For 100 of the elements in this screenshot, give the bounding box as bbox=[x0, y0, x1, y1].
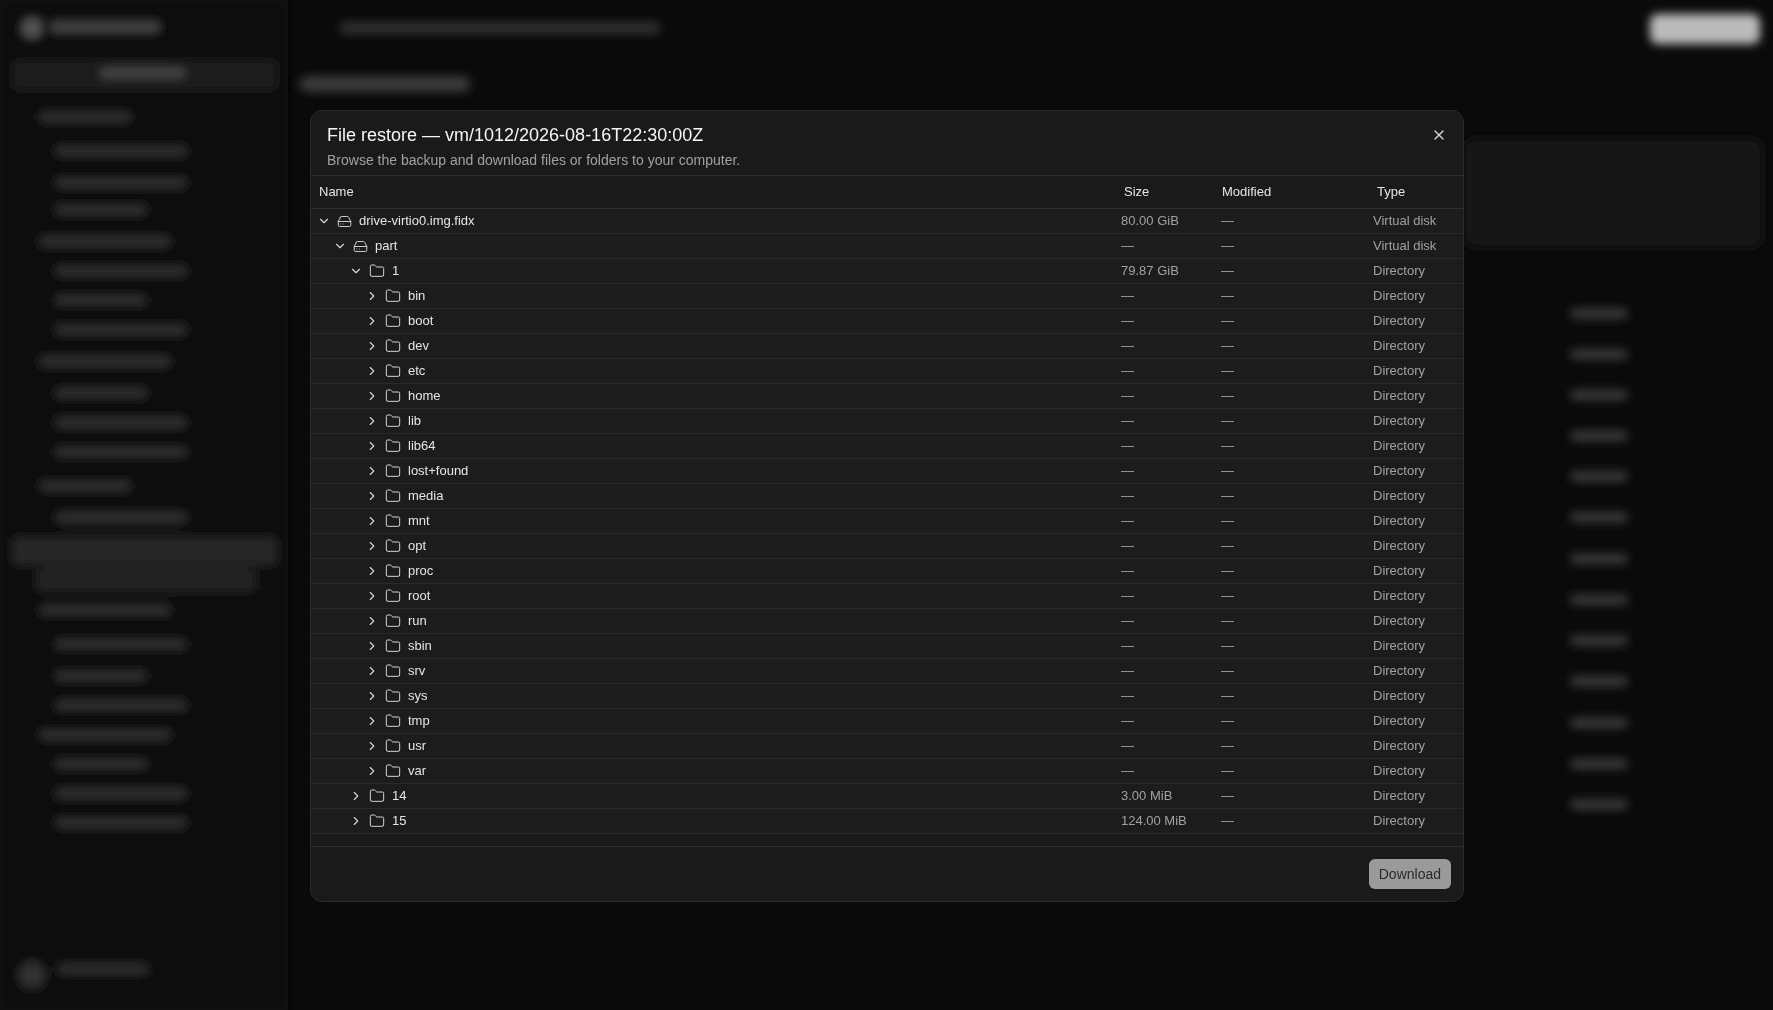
type-cell: Directory bbox=[1373, 813, 1425, 829]
folder-icon bbox=[369, 263, 385, 279]
item-name: bin bbox=[408, 287, 426, 306]
modified-cell: — bbox=[1221, 713, 1234, 729]
item-name: media bbox=[408, 487, 444, 506]
folder-icon bbox=[385, 363, 401, 379]
modified-cell: — bbox=[1221, 563, 1234, 579]
folder-icon bbox=[385, 488, 401, 504]
type-cell: Directory bbox=[1373, 513, 1425, 529]
size-cell: 79.87 GiB bbox=[1121, 263, 1179, 279]
folder-icon bbox=[385, 513, 401, 529]
modified-cell: — bbox=[1221, 238, 1234, 254]
type-cell: Directory bbox=[1373, 363, 1425, 379]
modified-cell: — bbox=[1221, 538, 1234, 554]
item-name: etc bbox=[408, 362, 426, 381]
folder-icon bbox=[385, 388, 401, 404]
item-name: sbin bbox=[408, 637, 432, 656]
modified-cell: — bbox=[1221, 788, 1234, 804]
item-name: home bbox=[408, 387, 441, 406]
item-name: srv bbox=[408, 662, 426, 681]
folder-icon bbox=[385, 613, 401, 629]
column-header[interactable]: Name bbox=[319, 184, 354, 200]
item-name: dev bbox=[408, 337, 429, 356]
item-name: tmp bbox=[408, 712, 430, 731]
type-cell: Directory bbox=[1373, 663, 1425, 679]
folder-icon bbox=[385, 538, 401, 554]
type-cell: Directory bbox=[1373, 463, 1425, 479]
column-header[interactable]: Type bbox=[1377, 184, 1406, 200]
folder-icon bbox=[385, 413, 401, 429]
size-cell: — bbox=[1121, 738, 1134, 754]
size-cell: — bbox=[1121, 363, 1134, 379]
drive-icon bbox=[337, 213, 352, 229]
item-name: sys bbox=[408, 687, 428, 706]
modified-cell: — bbox=[1221, 463, 1234, 479]
folder-icon bbox=[385, 738, 401, 754]
folder-icon bbox=[385, 713, 401, 729]
type-cell: Directory bbox=[1373, 788, 1425, 804]
modified-cell: — bbox=[1221, 763, 1234, 779]
type-cell: Directory bbox=[1373, 763, 1425, 779]
modified-cell: — bbox=[1221, 313, 1234, 329]
type-cell: Directory bbox=[1373, 413, 1425, 429]
dialog-subtitle: Browse the backup and download files or folders to your computer. bbox=[327, 151, 741, 170]
folder-icon bbox=[385, 463, 401, 479]
size-cell: 80.00 GiB bbox=[1121, 213, 1179, 229]
type-cell: Directory bbox=[1373, 438, 1425, 454]
size-cell: — bbox=[1121, 513, 1134, 529]
modified-cell: — bbox=[1221, 588, 1234, 604]
item-name: part bbox=[375, 237, 398, 256]
modified-cell: — bbox=[1221, 388, 1234, 404]
type-cell: Directory bbox=[1373, 688, 1425, 704]
size-cell: — bbox=[1121, 563, 1134, 579]
type-cell: Directory bbox=[1373, 713, 1425, 729]
size-cell: — bbox=[1121, 338, 1134, 354]
type-cell: Directory bbox=[1373, 738, 1425, 754]
folder-icon bbox=[385, 588, 401, 604]
modified-cell: — bbox=[1221, 263, 1234, 279]
modified-cell: — bbox=[1221, 338, 1234, 354]
item-name: lib bbox=[408, 412, 421, 431]
modified-cell: — bbox=[1221, 638, 1234, 654]
item-name: mnt bbox=[408, 512, 430, 531]
modified-cell: — bbox=[1221, 363, 1234, 379]
item-name: 15 bbox=[392, 812, 407, 831]
size-cell: 124.00 MiB bbox=[1121, 813, 1187, 829]
type-cell: Directory bbox=[1373, 288, 1425, 304]
type-cell: Directory bbox=[1373, 563, 1425, 579]
item-name: lib64 bbox=[408, 437, 436, 456]
size-cell: 3.00 MiB bbox=[1121, 788, 1173, 804]
folder-icon bbox=[385, 688, 401, 704]
folder-icon bbox=[385, 338, 401, 354]
folder-icon bbox=[369, 813, 385, 829]
item-name: boot bbox=[408, 312, 434, 331]
size-cell: — bbox=[1121, 663, 1134, 679]
size-cell: — bbox=[1121, 288, 1134, 304]
modified-cell: — bbox=[1221, 813, 1234, 829]
folder-icon bbox=[385, 438, 401, 454]
size-cell: — bbox=[1121, 588, 1134, 604]
item-name: usr bbox=[408, 737, 427, 756]
type-cell: Directory bbox=[1373, 338, 1425, 354]
modified-cell: — bbox=[1221, 413, 1234, 429]
size-cell: — bbox=[1121, 313, 1134, 329]
size-cell: — bbox=[1121, 613, 1134, 629]
type-cell: Directory bbox=[1373, 638, 1425, 654]
modified-cell: — bbox=[1221, 288, 1234, 304]
column-header[interactable]: Modified bbox=[1222, 184, 1272, 200]
modified-cell: — bbox=[1221, 613, 1234, 629]
type-cell: Directory bbox=[1373, 313, 1425, 329]
dialog-title: File restore — vm/1012/2026-08-16T22:30:00Z bbox=[327, 124, 705, 147]
modified-cell: — bbox=[1221, 738, 1234, 754]
modified-cell: — bbox=[1221, 488, 1234, 504]
size-cell: — bbox=[1121, 488, 1134, 504]
type-cell: Directory bbox=[1373, 613, 1425, 629]
size-cell: — bbox=[1121, 538, 1134, 554]
item-name: run bbox=[408, 612, 427, 631]
size-cell: — bbox=[1121, 763, 1134, 779]
folder-icon bbox=[385, 288, 401, 304]
size-cell: — bbox=[1121, 713, 1134, 729]
type-cell: Directory bbox=[1373, 538, 1425, 554]
column-header[interactable]: Size bbox=[1124, 184, 1150, 200]
type-cell: Directory bbox=[1373, 588, 1425, 604]
item-name: opt bbox=[408, 537, 427, 556]
